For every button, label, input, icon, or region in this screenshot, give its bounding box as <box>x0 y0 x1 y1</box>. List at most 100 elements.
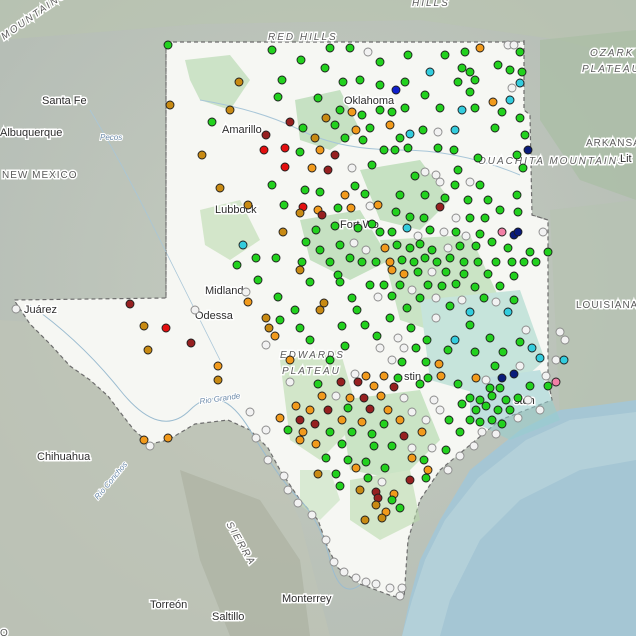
station-marker-darkred[interactable] <box>317 210 327 220</box>
station-marker-green[interactable] <box>410 171 420 181</box>
station-marker-green[interactable] <box>515 47 525 57</box>
station-marker-white[interactable] <box>361 245 371 255</box>
station-marker-white[interactable] <box>293 498 303 508</box>
station-marker-white[interactable] <box>361 577 371 587</box>
station-marker-green[interactable] <box>483 195 493 205</box>
station-marker-green[interactable] <box>507 257 517 267</box>
station-marker-green[interactable] <box>379 419 389 429</box>
station-marker-green[interactable] <box>251 253 261 263</box>
station-marker-green[interactable] <box>347 427 357 437</box>
station-marker-red[interactable] <box>161 323 171 333</box>
station-marker-darkred[interactable] <box>295 415 305 425</box>
station-marker-gold[interactable] <box>310 133 320 143</box>
station-marker-green[interactable] <box>415 239 425 249</box>
station-marker-gold[interactable] <box>377 513 387 523</box>
station-marker-orange[interactable] <box>295 435 305 445</box>
station-marker-white[interactable] <box>363 47 373 57</box>
station-marker-gold[interactable] <box>321 113 331 123</box>
station-marker-orange[interactable] <box>488 97 498 107</box>
station-marker-white[interactable] <box>491 429 501 439</box>
station-marker-white[interactable] <box>435 405 445 415</box>
station-marker-white[interactable] <box>435 177 445 187</box>
station-marker-green[interactable] <box>395 503 405 513</box>
station-marker-green[interactable] <box>465 320 475 330</box>
station-marker-white[interactable] <box>457 295 467 305</box>
station-marker-green[interactable] <box>493 60 503 70</box>
station-marker-green[interactable] <box>512 150 522 160</box>
station-marker-white[interactable] <box>407 285 417 295</box>
station-marker-green[interactable] <box>343 455 353 465</box>
station-marker-darkblue[interactable] <box>513 227 523 237</box>
station-marker-gold[interactable] <box>315 305 325 315</box>
station-marker-white[interactable] <box>261 425 271 435</box>
station-marker-green[interactable] <box>515 337 525 347</box>
station-marker-green[interactable] <box>512 190 522 200</box>
station-marker-white[interactable] <box>351 573 361 583</box>
station-marker-green[interactable] <box>372 331 382 341</box>
station-marker-gold[interactable] <box>215 183 225 193</box>
station-marker-green[interactable] <box>331 469 341 479</box>
station-marker-cyan[interactable] <box>405 129 415 139</box>
station-marker-green[interactable] <box>491 257 501 267</box>
station-marker-green[interactable] <box>355 75 365 85</box>
station-marker-cyan[interactable] <box>450 125 460 135</box>
station-marker-blue[interactable] <box>391 85 401 95</box>
station-marker-cyan[interactable] <box>505 95 515 105</box>
station-marker-white[interactable] <box>263 455 273 465</box>
station-marker-green[interactable] <box>543 381 553 391</box>
station-marker-white[interactable] <box>373 292 383 302</box>
station-marker-green[interactable] <box>423 280 433 290</box>
station-marker-green[interactable] <box>465 393 475 403</box>
station-marker-green[interactable] <box>207 117 217 127</box>
station-marker-green[interactable] <box>505 405 515 415</box>
station-marker-green[interactable] <box>459 269 469 279</box>
station-marker-white[interactable] <box>329 557 339 567</box>
station-marker-green[interactable] <box>425 225 435 235</box>
station-marker-green[interactable] <box>367 160 377 170</box>
station-marker-orange[interactable] <box>298 427 308 437</box>
station-marker-green[interactable] <box>421 357 431 367</box>
station-marker-orange[interactable] <box>423 465 433 475</box>
station-marker-white[interactable] <box>395 591 405 601</box>
station-marker-green[interactable] <box>360 320 370 330</box>
station-marker-white[interactable] <box>461 231 471 241</box>
station-marker-green[interactable] <box>392 240 402 250</box>
station-marker-green[interactable] <box>295 147 305 157</box>
station-marker-white[interactable] <box>365 201 375 211</box>
station-marker-green[interactable] <box>379 280 389 290</box>
station-marker-green[interactable] <box>481 401 491 411</box>
station-marker-darkred[interactable] <box>323 405 333 415</box>
station-marker-cyan[interactable] <box>503 307 513 317</box>
station-marker-green[interactable] <box>509 271 519 281</box>
station-marker-green[interactable] <box>387 441 397 451</box>
station-marker-green[interactable] <box>420 253 430 263</box>
station-marker-cyan[interactable] <box>425 67 435 77</box>
station-marker-orange[interactable] <box>399 269 409 279</box>
station-marker-white[interactable] <box>469 441 479 451</box>
station-marker-green[interactable] <box>513 207 523 217</box>
station-marker-green[interactable] <box>301 237 311 247</box>
station-marker-white[interactable] <box>551 355 561 365</box>
station-marker-orange[interactable] <box>213 361 223 371</box>
station-marker-green[interactable] <box>443 345 453 355</box>
station-marker-green[interactable] <box>470 282 480 292</box>
station-marker-green[interactable] <box>330 120 340 130</box>
station-marker-white[interactable] <box>521 325 531 335</box>
station-marker-darkred[interactable] <box>353 377 363 387</box>
station-marker-darkblue[interactable] <box>509 369 519 379</box>
station-marker-cyan[interactable] <box>457 105 467 115</box>
station-marker-green[interactable] <box>395 133 405 143</box>
station-marker-white[interactable] <box>555 327 565 337</box>
station-marker-green[interactable] <box>453 165 463 175</box>
station-marker-white[interactable] <box>349 238 359 248</box>
station-marker-gold[interactable] <box>278 227 288 237</box>
station-marker-orange[interactable] <box>285 355 295 365</box>
station-marker-green[interactable] <box>395 280 405 290</box>
map-view[interactable]: MOUNTAINS RED HILLS HILLS OZARK PLATEAU … <box>0 0 636 636</box>
station-marker-gold[interactable] <box>225 105 235 115</box>
station-marker-white[interactable] <box>509 40 519 50</box>
station-marker-red[interactable] <box>259 145 269 155</box>
station-marker-green[interactable] <box>325 43 335 53</box>
station-marker-white[interactable] <box>339 567 349 577</box>
station-marker-green[interactable] <box>253 275 263 285</box>
